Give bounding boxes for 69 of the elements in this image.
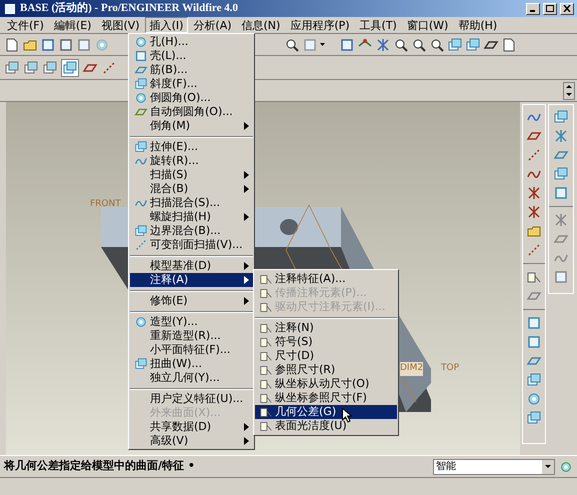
menu-item[interactable]: 修饰(E) [130, 294, 253, 308]
menu-item[interactable]: 孔(H)... [130, 35, 253, 49]
caret-icon[interactable] [320, 43, 325, 46]
menu-item[interactable]: 纵坐标从动尺寸(O) [255, 377, 397, 391]
menu-item[interactable]: 可变剖面扫描(V)... [130, 238, 253, 252]
menu-item[interactable]: 倒角(M) [130, 119, 253, 133]
copy-icon[interactable] [553, 109, 569, 125]
menu-bar-item[interactable]: 应用程序(P) [285, 17, 355, 33]
menu-item[interactable]: 用户定义特征(U)... [130, 392, 253, 406]
window-title: BASE (活动的) - Pro/ENGINEER Wildfire 4.0 [20, 0, 239, 16]
menu-item[interactable]: 壳(L)... [130, 49, 253, 63]
minimize-button[interactable] [526, 2, 540, 14]
menu-item[interactable]: 扫描混合(S)... [130, 196, 253, 210]
axis-icon[interactable] [101, 60, 117, 76]
menu-item[interactable]: 小平面特征(F)... [130, 343, 253, 357]
zoom-out-icon[interactable] [411, 36, 427, 52]
caret-icon [545, 465, 551, 468]
submenu-arrow-icon [244, 297, 249, 305]
new-file-icon[interactable] [4, 36, 20, 52]
shaded-icon[interactable] [62, 60, 78, 76]
menu-item[interactable]: 扭曲(W)... [130, 357, 253, 371]
menu-item[interactable]: 旋转(R)... [130, 154, 253, 168]
maximize-button[interactable] [543, 2, 557, 14]
menu-item[interactable]: 符号(S) [255, 335, 397, 349]
menu-item[interactable]: 倒圆角(O)... [130, 91, 253, 105]
close-button[interactable] [560, 2, 574, 14]
menu-bar-item[interactable]: 文件(F) [2, 17, 49, 33]
menu-item[interactable]: 共享数据(D) [130, 420, 253, 434]
menu-item[interactable]: 筋(B)... [130, 63, 253, 77]
datum-label: DIM2 [400, 362, 424, 376]
axis-icon[interactable] [526, 147, 542, 163]
menu-bar-item[interactable]: 編輯(E) [48, 17, 96, 33]
menu-item[interactable]: 造型(Y)... [130, 315, 253, 329]
menu-item[interactable]: 拉伸(E)... [130, 140, 253, 154]
menu-bar-item[interactable]: 分析(A) [188, 17, 237, 33]
datum-label: TOP [441, 362, 460, 375]
menu-item[interactable]: 几何公差(G) [255, 405, 397, 419]
status-message: 将几何公差指定给模型中的曲面/特征 • [4, 458, 196, 474]
menu-item[interactable]: 注释(A) [130, 273, 253, 287]
menu-bar-item[interactable]: 帮助(H) [453, 17, 502, 33]
menu-item[interactable]: 斜度(F)... [130, 77, 253, 91]
menu-item[interactable]: 独立几何(Y)... [130, 371, 253, 385]
close-icon [563, 5, 571, 12]
menu-item[interactable]: 表面光洁度(U) [255, 419, 397, 433]
submenu-arrow-icon [244, 213, 249, 221]
filter-dropdown[interactable]: 智能 [433, 458, 555, 474]
menu-bar-item[interactable]: 插入(I) [144, 17, 188, 33]
menu-bar-item[interactable]: 工具(T) [354, 17, 402, 33]
datum-label: FRONT [90, 198, 121, 211]
scroll-arrows[interactable] [563, 82, 575, 100]
menu-item[interactable]: 高级(V) [130, 434, 253, 448]
menu-item[interactable]: 尺寸(D) [255, 349, 397, 363]
menu-item[interactable]: 螺旋扫描(H) [130, 210, 253, 224]
menu-item[interactable]: 注释特征(A)... [255, 272, 397, 286]
menu-item[interactable]: 自动倒圆角(O)... [130, 105, 253, 119]
menu-item[interactable]: 扫描(S) [130, 168, 253, 182]
menu-item[interactable]: 重新造型(R)... [130, 329, 253, 343]
menu-bar-item[interactable]: 视图(V) [96, 17, 145, 33]
menu-item[interactable]: 纵坐标参照尺寸(F) [255, 391, 397, 405]
menu-bar-item[interactable]: 信息(N) [236, 17, 286, 33]
menu-bar-item[interactable]: 窗口(W) [402, 17, 454, 33]
menu-item[interactable]: 模型基准(D) [130, 259, 253, 273]
submenu-arrow-icon [244, 122, 249, 130]
zoom-in-icon[interactable] [393, 36, 409, 52]
menu-item[interactable]: 混合(B) [130, 182, 253, 196]
menu-item[interactable]: 参照尺寸(R) [255, 363, 397, 377]
maximize-icon [546, 5, 554, 12]
menu-item[interactable]: 边界混合(B)... [130, 224, 253, 238]
menu-item[interactable]: 注释(N) [255, 321, 397, 335]
